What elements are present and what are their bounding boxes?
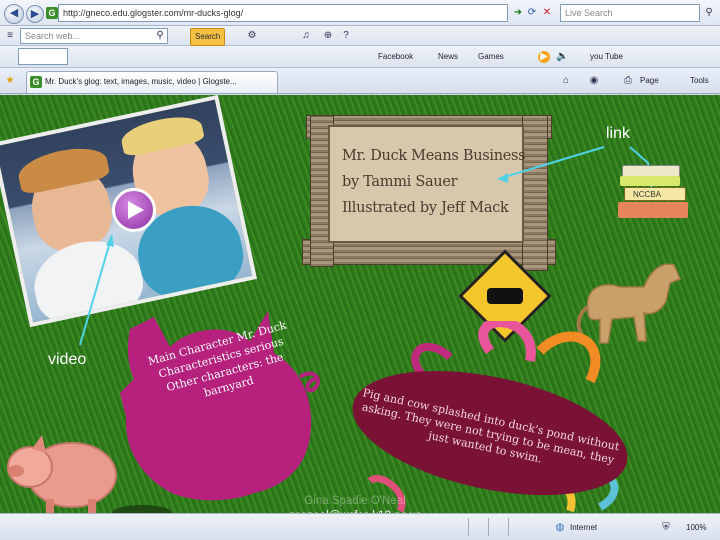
status-divider	[488, 518, 489, 536]
toolbar-search-input[interactable]: Search web...	[20, 28, 168, 44]
video-arrow	[79, 234, 113, 346]
cow-silhouette-icon	[487, 288, 523, 304]
status-divider	[468, 518, 469, 536]
favorites-star-icon[interactable]: ★	[4, 75, 16, 87]
author-name: Gina Spadie O'Neal	[304, 495, 406, 507]
book	[620, 176, 680, 186]
toolbar-item-facebook[interactable]: Facebook	[378, 49, 413, 65]
toolbar-tool-icon[interactable]: ⚙	[246, 30, 258, 42]
site-favicon-icon: G	[46, 7, 58, 19]
back-button-icon[interactable]: ◀	[4, 4, 24, 24]
search-icon[interactable]: ⚲	[703, 7, 715, 19]
tab-bar: ★ Mr. Duck's glog: text, images, music, …	[0, 68, 720, 94]
menu-icon[interactable]: ≡	[4, 30, 16, 42]
security-zone: Internet	[570, 523, 598, 532]
tab-favicon-icon: G	[30, 76, 42, 88]
shadow-blob	[112, 505, 172, 513]
toolbar-search-button[interactable]: Search	[190, 28, 226, 46]
address-bar: ◀ ▶ G http://gneco.edu.glogster.com/mr-d…	[0, 0, 720, 26]
live-search-input[interactable]: Live Search	[560, 4, 700, 22]
forward-button-icon[interactable]: ▶	[26, 5, 44, 23]
page-menu[interactable]: Page	[640, 73, 659, 89]
toolbar-tool-icon[interactable]: ♫	[300, 30, 312, 42]
magnifier-icon[interactable]: ⚲	[154, 30, 166, 42]
link-label[interactable]: link	[606, 125, 630, 143]
home-icon[interactable]: ⌂	[560, 75, 572, 87]
status-bar: ◍ Internet ⛨ 100%	[0, 513, 720, 540]
toolbar-item-news[interactable]: News	[438, 49, 458, 65]
link-arrow	[497, 146, 605, 180]
toolbar-dropdown[interactable]	[18, 48, 68, 65]
books-stack[interactable]: NCCBA	[618, 165, 690, 221]
status-divider	[508, 518, 509, 536]
play-icon[interactable]: ▶	[538, 51, 550, 63]
stop-icon[interactable]: ✕	[541, 7, 553, 19]
glog-canvas: Mr. Duck Means Business by Tammi Sauer I…	[0, 95, 720, 513]
volume-icon[interactable]: 🔈	[556, 51, 568, 63]
protected-mode-icon: ⛨	[662, 522, 670, 533]
help-icon[interactable]: ?	[340, 30, 352, 42]
zoom-level[interactable]: 100%	[686, 520, 706, 536]
tab-glogster[interactable]: Mr. Duck's glog: text, images, music, vi…	[26, 71, 278, 93]
toolbar-item-games[interactable]: Games	[478, 49, 504, 65]
tools-menu[interactable]: Tools	[690, 73, 709, 89]
favorites-toolbar: Facebook News Games ▶ 🔈 you Tube	[0, 46, 720, 68]
toolbar-item-youtube[interactable]: you Tube	[590, 49, 623, 65]
toolbar-tool-icon[interactable]: ⊕	[322, 30, 334, 42]
book	[618, 202, 688, 218]
books-label: NCCBA	[624, 187, 686, 201]
tab-title: Mr. Duck's glog: text, images, music, vi…	[45, 77, 237, 86]
search-toolbar: ≡ Search web... ⚲ Search ⚙ ♫ ⊕ ?	[0, 26, 720, 46]
go-icon[interactable]: ➜	[512, 7, 524, 19]
video-arrowhead	[106, 235, 114, 247]
print-icon[interactable]: ⎙	[622, 75, 634, 87]
refresh-icon[interactable]: ⟳	[526, 7, 538, 19]
feeds-icon[interactable]: ◉	[588, 75, 600, 87]
address-input[interactable]: http://gneco.edu.glogster.com/mr-ducks-g…	[58, 4, 508, 22]
pig-icon	[7, 435, 117, 513]
video-label[interactable]: video	[48, 351, 86, 369]
globe-icon: ◍	[555, 522, 565, 533]
